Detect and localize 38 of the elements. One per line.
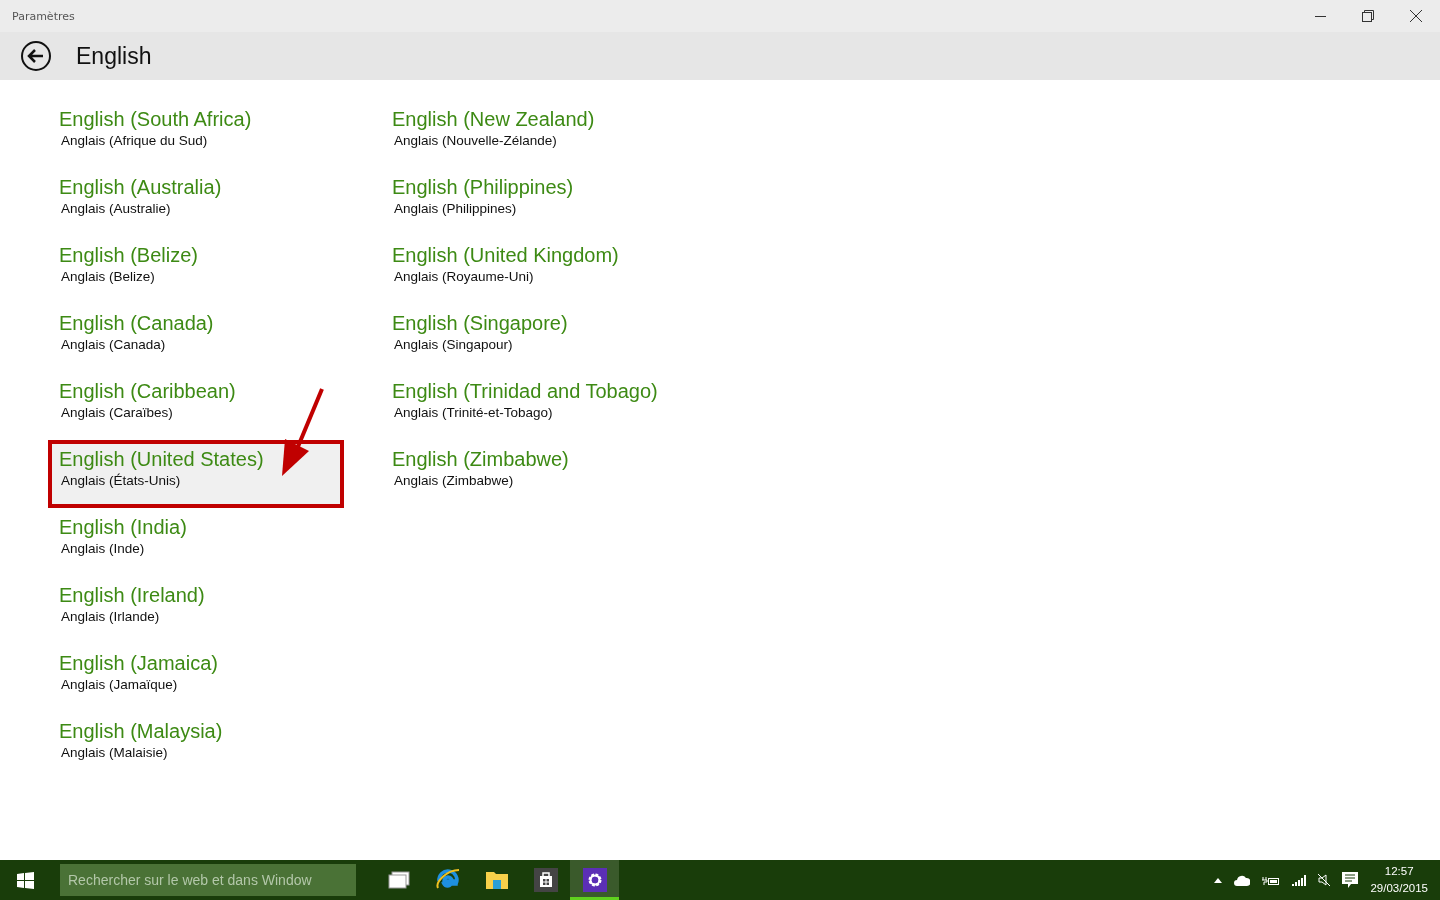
minimize-icon (1314, 15, 1326, 17)
back-button[interactable] (20, 40, 52, 72)
signal-bars-icon[interactable] (1292, 874, 1307, 886)
battery-plug-icon[interactable] (1262, 874, 1281, 886)
gear-icon (582, 868, 607, 892)
muted-speaker-icon[interactable] (1318, 874, 1331, 886)
folder-icon (484, 870, 509, 890)
language-item[interactable]: English (Zimbabwe) Anglais (Zimbabwe) (385, 444, 673, 504)
close-icon (1410, 10, 1422, 22)
cloud-icon[interactable] (1234, 874, 1251, 886)
language-item[interactable]: English (Jamaica) Anglais (Jamaïque) (52, 648, 340, 708)
language-item[interactable]: English (Trinidad and Tobago) Anglais (Trinité-et-Tobago) (385, 376, 673, 436)
language-item[interactable]: English (Philippines) Anglais (Philippines) (385, 172, 673, 232)
restore-icon (1362, 10, 1374, 22)
date-text: 29/03/2015 (1370, 881, 1428, 896)
language-item[interactable]: English (Caribbean) Anglais (Caraïbes) (52, 376, 340, 436)
search-field[interactable]: Rechercher sur le web et dans Window (60, 864, 356, 896)
language-item[interactable]: English (New Zealand) Anglais (Nouvelle-Zélande) (385, 104, 673, 164)
language-item[interactable]: English (Singapore) Anglais (Singapour) (385, 308, 673, 368)
store-bag-icon (533, 868, 558, 892)
language-item[interactable]: English (Ireland) Anglais (Irlande) (52, 580, 340, 640)
time-text: 12:57 (1384, 864, 1414, 879)
caret-up-icon[interactable] (1214, 877, 1223, 883)
language-item[interactable]: English (United Kingdom) Anglais (Royaume-Uni) (385, 240, 673, 300)
language-item[interactable]: English (Malaysia) Anglais (Malaisie) (52, 716, 340, 776)
language-item[interactable]: English (India) Anglais (Inde) (52, 512, 340, 572)
task-view-icon (387, 871, 410, 889)
language-item[interactable]: English (South Africa) Anglais (Afrique du Sud) (52, 104, 340, 164)
clock[interactable]: 12:57 29/03/2015 (1370, 863, 1428, 897)
language-item[interactable]: English (Australia) Anglais (Australie) (52, 172, 340, 232)
notification-icon[interactable] (1342, 872, 1359, 888)
language-item[interactable]: English (Belize) Anglais (Belize) (52, 240, 340, 300)
window-title: Paramètres (12, 9, 76, 23)
taskbar-app-button[interactable] (570, 860, 619, 900)
language-item[interactable]: English (United States) Anglais (États-Unis) (52, 444, 340, 504)
windows-logo-icon (16, 871, 34, 889)
page-title: English (76, 42, 152, 70)
language-item[interactable]: English (Canada) Anglais (Canada) (52, 308, 340, 368)
